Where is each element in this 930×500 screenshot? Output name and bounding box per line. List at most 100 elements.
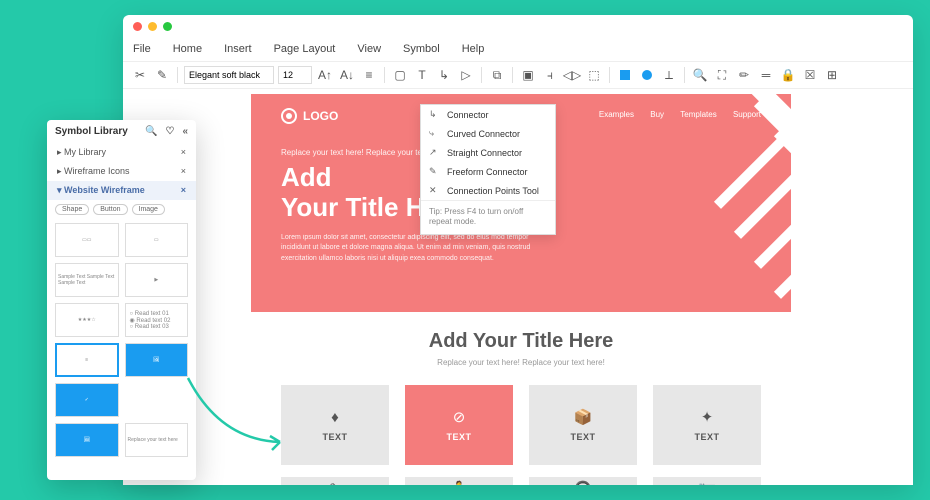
group-icon[interactable]: ▣ bbox=[519, 66, 537, 84]
separator bbox=[684, 67, 685, 83]
card[interactable]: 📷 bbox=[653, 477, 761, 485]
cut-icon[interactable]: ✂ bbox=[131, 66, 149, 84]
font-select[interactable] bbox=[184, 66, 274, 84]
pointer-icon[interactable]: ▷ bbox=[457, 66, 475, 84]
dd-freeform-connector[interactable]: ✎Freeform Connector bbox=[421, 162, 555, 181]
lib-item[interactable]: ★★★☆ bbox=[55, 303, 119, 337]
close-icon[interactable]: × bbox=[181, 147, 186, 158]
favorite-icon[interactable]: ♡ bbox=[165, 126, 174, 137]
align-icon[interactable]: ≡ bbox=[360, 66, 378, 84]
card-label: TEXT bbox=[322, 432, 347, 442]
pen-icon[interactable]: ✏ bbox=[735, 66, 753, 84]
rectangle-icon[interactable]: ▢ bbox=[391, 66, 409, 84]
curved-connector-icon: ⤷ bbox=[429, 128, 439, 139]
fill-icon[interactable] bbox=[616, 66, 634, 84]
card-row-2: ✎ 🧍 🎧 📷 bbox=[281, 477, 761, 485]
toolbar: ✂ ✎ A↑ A↓ ≡ ▢ T ↳ ▷ ⧉ ▣ ⫞ ◁▷ ⬚ ⟂ 🔍 ⛶ ✏ ═… bbox=[123, 61, 913, 89]
dd-label: Connection Points Tool bbox=[447, 186, 539, 196]
zoom-icon[interactable]: 🔍 bbox=[691, 66, 709, 84]
size-icon[interactable]: ⬚ bbox=[585, 66, 603, 84]
lib-group-website-wireframe[interactable]: ▾ Website Wireframe× bbox=[47, 181, 196, 200]
pill-image[interactable]: Image bbox=[132, 204, 165, 215]
decrease-font-icon[interactable]: A↓ bbox=[338, 66, 356, 84]
card-label: TEXT bbox=[570, 432, 595, 442]
ball-icon: ⊘ bbox=[453, 408, 466, 426]
card-row-1: ♦ TEXT ⊘ TEXT 📦 TEXT ✦TEXT bbox=[281, 385, 761, 465]
titlebar bbox=[123, 15, 913, 37]
separator bbox=[384, 67, 385, 83]
chevron-decor bbox=[601, 94, 791, 312]
card[interactable]: ♦ TEXT bbox=[281, 385, 389, 465]
dd-curved-connector[interactable]: ⤷Curved Connector bbox=[421, 124, 555, 143]
connector-dropdown: ↳Connector ⤷Curved Connector ↗Straight C… bbox=[420, 104, 556, 235]
lib-item[interactable]: ▶ bbox=[125, 263, 189, 297]
close-icon[interactable]: × bbox=[181, 185, 186, 196]
lib-grid: ▭▭ ▭ Sample Text Sample Text Sample Text… bbox=[47, 219, 196, 461]
lib-item[interactable]: Sample Text Sample Text Sample Text bbox=[55, 263, 119, 297]
diamond-icon: ♦ bbox=[331, 409, 339, 426]
lib-item[interactable]: ▭ bbox=[125, 223, 189, 257]
collapse-icon[interactable]: « bbox=[182, 126, 188, 137]
box-icon: 📦 bbox=[574, 408, 593, 426]
lib-item[interactable]: ○ Read text 01 ◉ Read text 02 ○ Read tex… bbox=[125, 303, 189, 337]
menubar: File Home Insert Page Layout View Symbol… bbox=[123, 37, 913, 61]
lib-item[interactable]: ▭▭ bbox=[55, 223, 119, 257]
flip-icon[interactable]: ◁▷ bbox=[563, 66, 581, 84]
canvas-area: LOGO Examples Buy Templates Support Repl… bbox=[123, 89, 913, 485]
increase-font-icon[interactable]: A↑ bbox=[316, 66, 334, 84]
dd-label: Freeform Connector bbox=[447, 167, 528, 177]
card[interactable]: ✦TEXT bbox=[653, 385, 761, 465]
crop-icon[interactable]: ⟂ bbox=[660, 66, 678, 84]
menu-help[interactable]: Help bbox=[462, 43, 485, 55]
layers-icon[interactable]: ⧉ bbox=[488, 66, 506, 84]
close-icon[interactable]: × bbox=[181, 166, 186, 177]
lib-pills: Shape Button Image bbox=[47, 200, 196, 219]
dd-straight-connector[interactable]: ↗Straight Connector bbox=[421, 143, 555, 162]
picture-icon[interactable]: ⛶ bbox=[713, 66, 731, 84]
card[interactable]: 🎧 bbox=[529, 477, 637, 485]
dd-connection-points[interactable]: ✕Connection Points Tool bbox=[421, 181, 555, 200]
logo-text: LOGO bbox=[303, 109, 338, 123]
menu-view[interactable]: View bbox=[357, 43, 381, 55]
lib-group-wireframe-icons[interactable]: ▸ Wireframe Icons× bbox=[47, 162, 196, 181]
pill-button[interactable]: Button bbox=[93, 204, 127, 215]
close-dot[interactable] bbox=[133, 22, 142, 31]
lib-item-check[interactable]: ✓ bbox=[55, 383, 119, 417]
format-painter-icon[interactable]: ✎ bbox=[153, 66, 171, 84]
maximize-dot[interactable] bbox=[163, 22, 172, 31]
search-icon[interactable]: 🔍 bbox=[145, 126, 157, 137]
align-objects-icon[interactable]: ⫞ bbox=[541, 66, 559, 84]
lock-icon[interactable]: 🔒 bbox=[779, 66, 797, 84]
more-icon[interactable]: ⊞ bbox=[823, 66, 841, 84]
pill-shape[interactable]: Shape bbox=[55, 204, 89, 215]
menu-insert[interactable]: Insert bbox=[224, 43, 252, 55]
menu-pagelayout[interactable]: Page Layout bbox=[274, 43, 336, 55]
dd-tip: Tip: Press F4 to turn on/off repeat mode… bbox=[421, 201, 555, 234]
text-icon[interactable]: T bbox=[413, 66, 431, 84]
font-size-select[interactable] bbox=[278, 66, 312, 84]
hero-body: Lorem ipsum dolor sit amet, consectetur … bbox=[281, 233, 541, 265]
delete-icon[interactable]: ☒ bbox=[801, 66, 819, 84]
separator bbox=[609, 67, 610, 83]
minimize-dot[interactable] bbox=[148, 22, 157, 31]
lib-item-selected[interactable]: ≡ bbox=[55, 343, 119, 377]
dd-label: Connector bbox=[447, 110, 489, 120]
shape-fill-icon[interactable] bbox=[638, 66, 656, 84]
card-label: TEXT bbox=[446, 432, 471, 442]
dd-label: Straight Connector bbox=[447, 148, 522, 158]
lib-group-mylibrary[interactable]: ▸ My Library× bbox=[47, 143, 196, 162]
menu-symbol[interactable]: Symbol bbox=[403, 43, 440, 55]
card[interactable]: ✎ bbox=[281, 477, 389, 485]
camera-icon: 📷 bbox=[698, 480, 717, 485]
card[interactable]: 🧍 bbox=[405, 477, 513, 485]
lib-item-image[interactable]: 🖼 bbox=[125, 343, 189, 377]
card[interactable]: 📦 TEXT bbox=[529, 385, 637, 465]
line-style-icon[interactable]: ═ bbox=[757, 66, 775, 84]
lib-item-image[interactable]: 🖼 bbox=[55, 423, 119, 457]
menu-file[interactable]: File bbox=[133, 43, 151, 55]
dd-connector[interactable]: ↳Connector bbox=[421, 105, 555, 124]
card[interactable]: ⊘ TEXT bbox=[405, 385, 513, 465]
connector-icon[interactable]: ↳ bbox=[435, 66, 453, 84]
lib-item[interactable]: Replace your text here bbox=[125, 423, 189, 457]
menu-home[interactable]: Home bbox=[173, 43, 202, 55]
